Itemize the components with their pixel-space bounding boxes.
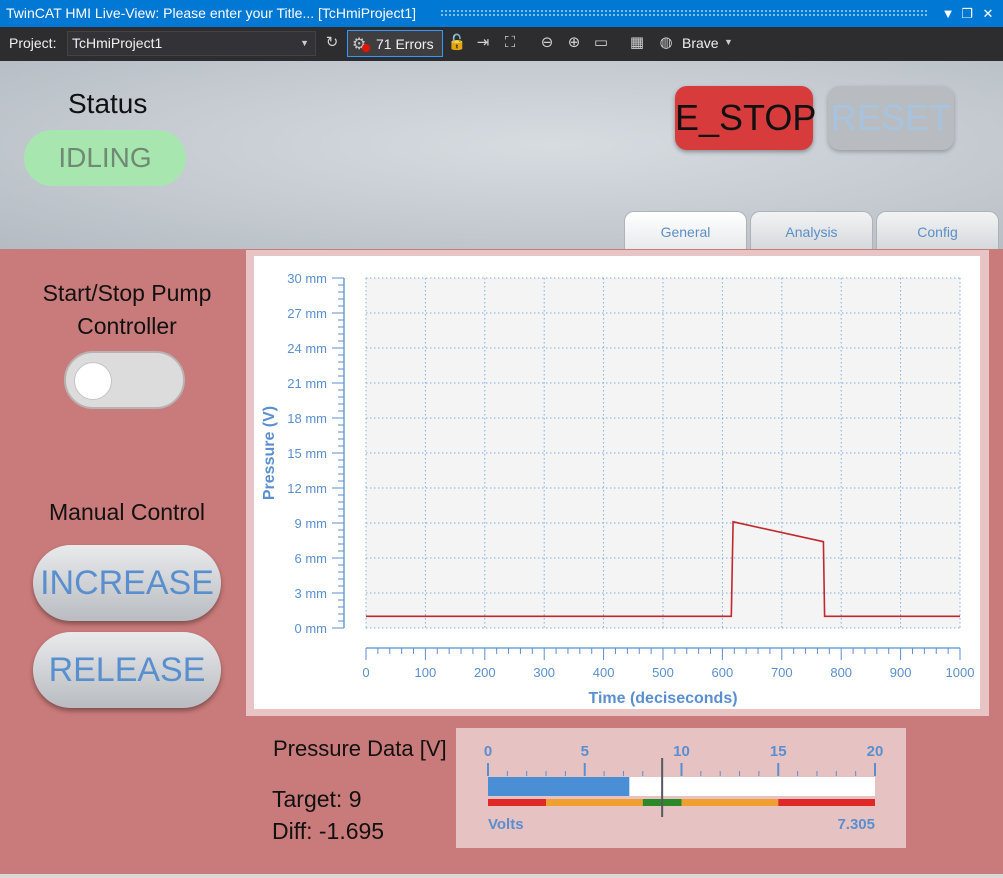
y-tick-label: 27 mm bbox=[287, 306, 327, 321]
main-panel: Start/Stop Pump Controller Manual Contro… bbox=[0, 249, 1003, 874]
y-tick-label: 18 mm bbox=[287, 411, 327, 426]
x-tick-label: 400 bbox=[593, 665, 615, 680]
tab-general[interactable]: General bbox=[624, 211, 747, 249]
reset-button[interactable]: RESET bbox=[828, 86, 954, 150]
error-badge-icon bbox=[362, 44, 370, 52]
y-tick-label: 15 mm bbox=[287, 446, 327, 461]
increase-button[interactable]: INCREASE bbox=[33, 545, 221, 621]
x-tick-label: 0 bbox=[362, 665, 369, 680]
gauge-tick-label: 5 bbox=[581, 743, 589, 760]
chevron-down-icon: ▼ bbox=[300, 38, 309, 48]
estop-button[interactable]: E_STOP bbox=[675, 86, 816, 150]
window-title: TwinCAT HMI Live-View: Please enter your… bbox=[6, 5, 417, 21]
pressure-chart: 0 mm 3 mm 6 mm 9 mm 12 mm 15 mm 18 mm 21 mm 24 m… bbox=[261, 271, 975, 707]
errors-count: 71 Errors bbox=[376, 36, 434, 52]
x-tick-label: 1000 bbox=[946, 665, 975, 680]
y-tick-label: 12 mm bbox=[287, 481, 327, 496]
zoom-in-icon[interactable]: ⊕ bbox=[564, 33, 584, 53]
title-bar-grip bbox=[440, 9, 928, 18]
y-tick-label: 3 mm bbox=[295, 586, 328, 601]
x-tick-label: 900 bbox=[890, 665, 912, 680]
y-tick-label: 24 mm bbox=[287, 341, 327, 356]
window-maximize-button[interactable]: ❐ bbox=[956, 0, 978, 27]
status-label: Status bbox=[68, 88, 148, 119]
x-tick-label: 300 bbox=[533, 665, 555, 680]
gauge-range-band bbox=[488, 799, 547, 806]
chevron-down-icon: ▼ bbox=[724, 37, 733, 47]
toggle-knob bbox=[74, 362, 112, 400]
gauge-tick-label: 20 bbox=[867, 743, 884, 760]
y-axis-label: Pressure (V) bbox=[261, 406, 278, 500]
pressure-gauge: 0 5 10 15 20 Volts 7.305 bbox=[456, 728, 906, 848]
liveview-toolbar: Project: TcHmiProject1 ▼ ↻ ⚙ 71 Errors 🔓… bbox=[0, 27, 1003, 61]
gauge-value-label: 7.305 bbox=[837, 816, 875, 833]
tab-analysis[interactable]: Analysis bbox=[750, 211, 873, 249]
status-badge: IDLING bbox=[24, 130, 186, 186]
browser-select[interactable]: Brave bbox=[682, 35, 719, 51]
gauge-value-bar bbox=[488, 777, 630, 796]
y-tick-label: 9 mm bbox=[295, 516, 328, 531]
y-tick-label: 30 mm bbox=[287, 271, 327, 286]
x-tick-label: 800 bbox=[830, 665, 852, 680]
unlock-icon[interactable]: 🔓 bbox=[447, 33, 467, 53]
pressure-data-title: Pressure Data [V] bbox=[273, 736, 447, 761]
tab-config[interactable]: Config bbox=[876, 211, 999, 249]
window-title-bar: TwinCAT HMI Live-View: Please enter your… bbox=[0, 0, 1003, 27]
errors-button[interactable]: ⚙ 71 Errors bbox=[347, 30, 443, 57]
gauge-tick-label: 15 bbox=[770, 743, 787, 760]
x-tick-label: 100 bbox=[415, 665, 437, 680]
project-select-value: TcHmiProject1 bbox=[72, 35, 163, 51]
project-label: Project: bbox=[9, 35, 57, 51]
y-tick-label: 0 mm bbox=[295, 621, 328, 636]
diff-value: Diff: -1.695 bbox=[272, 818, 385, 844]
target-value: Target: 9 bbox=[272, 786, 362, 812]
gauge-range-band bbox=[681, 799, 779, 806]
gauge-tick-label: 10 bbox=[673, 743, 690, 760]
gauge-unit-label: Volts bbox=[488, 816, 524, 833]
project-select[interactable]: TcHmiProject1 ▼ bbox=[67, 31, 316, 56]
pump-controller-label: Start/Stop Pump Controller bbox=[42, 280, 212, 339]
x-tick-label: 700 bbox=[771, 665, 793, 680]
fullscreen-icon[interactable]: ⛶ bbox=[500, 33, 520, 53]
release-button[interactable]: RELEASE bbox=[33, 632, 221, 708]
zoom-reset-icon[interactable]: ▭ bbox=[591, 33, 611, 53]
pressure-chart-container: 0 mm 3 mm 6 mm 9 mm 12 mm 15 mm 18 mm 21 mm 24 m… bbox=[254, 256, 980, 709]
hmi-header: Status IDLING E_STOP RESET General Analy… bbox=[0, 61, 1003, 249]
refresh-icon[interactable]: ↻ bbox=[322, 33, 342, 53]
gauge-range-band bbox=[778, 799, 875, 806]
manual-control-label: Manual Control bbox=[49, 499, 205, 525]
qr-code-icon[interactable]: ▦ bbox=[627, 33, 647, 53]
y-tick-label: 21 mm bbox=[287, 376, 327, 391]
window-close-button[interactable]: ✕ bbox=[977, 0, 999, 27]
zoom-out-icon[interactable]: ⊖ bbox=[537, 33, 557, 53]
x-tick-label: 200 bbox=[474, 665, 496, 680]
bottom-strip bbox=[0, 874, 1003, 878]
x-tick-label: 600 bbox=[712, 665, 734, 680]
x-axis-label: Time (deciseconds) bbox=[588, 690, 737, 707]
login-icon[interactable]: ⇥ bbox=[473, 33, 493, 53]
pump-toggle-switch[interactable] bbox=[64, 351, 185, 409]
y-tick-label: 6 mm bbox=[295, 551, 328, 566]
browser-globe-icon: ◍ bbox=[659, 34, 673, 51]
gauge-tick-label: 0 bbox=[484, 743, 492, 760]
gauge-range-band bbox=[546, 799, 643, 806]
x-tick-label: 500 bbox=[652, 665, 674, 680]
pressure-gauge-svg: 0 5 10 15 20 Volts 7.305 bbox=[484, 743, 884, 833]
